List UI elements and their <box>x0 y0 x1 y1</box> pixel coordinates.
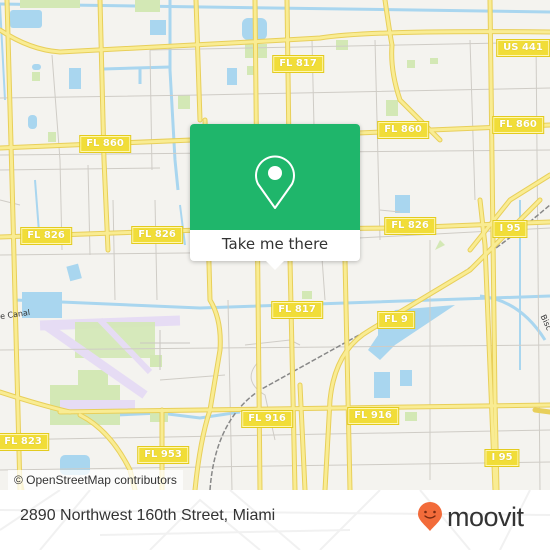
route-shield-fl860-right: FL 860 <box>492 116 544 134</box>
route-shield-i95-bottom: I 95 <box>484 449 520 467</box>
route-shield-fl826-right: FL 826 <box>384 217 436 235</box>
route-shield-fl860-left: FL 860 <box>79 135 131 153</box>
route-shield-fl860-mid: FL 860 <box>377 121 429 139</box>
address-text: 2890 Northwest 160th Street, Miami <box>20 507 276 524</box>
moovit-wordmark: moovit <box>447 502 524 532</box>
route-shield-fl953: FL 953 <box>137 446 189 464</box>
route-shield-fl9: FL 9 <box>377 311 415 329</box>
route-shield-fl823: FL 823 <box>0 433 49 451</box>
route-shield-fl817-top: FL 817 <box>272 55 324 73</box>
route-shield-us441: US 441 <box>496 39 550 57</box>
moovit-logo[interactable]: moovit <box>416 502 524 532</box>
location-popup[interactable]: Take me there <box>190 124 360 270</box>
moovit-smiley-pin-icon <box>418 502 442 531</box>
footer-bar: 2890 Northwest 160th Street, Miami moovi… <box>0 490 550 550</box>
route-shield-fl817-mid: FL 817 <box>271 301 323 319</box>
route-shield-i95-top: I 95 <box>492 220 528 238</box>
route-shield-fl916-mid: FL 916 <box>347 407 399 425</box>
route-shield-fl826-left: FL 826 <box>20 227 72 245</box>
map-view[interactable]: FL 817 US 441 FL 860 FL 860 FL 860 FL 82… <box>0 0 550 490</box>
location-pin-icon <box>255 155 295 209</box>
map-attribution[interactable]: © OpenStreetMap contributors <box>8 470 183 490</box>
take-me-there-button[interactable]: Take me there <box>190 230 360 261</box>
route-shield-fl916-left: FL 916 <box>241 410 293 428</box>
route-shield-fl826-mid: FL 826 <box>131 226 183 244</box>
popup-pointer <box>266 261 284 270</box>
popup-header <box>190 124 360 230</box>
